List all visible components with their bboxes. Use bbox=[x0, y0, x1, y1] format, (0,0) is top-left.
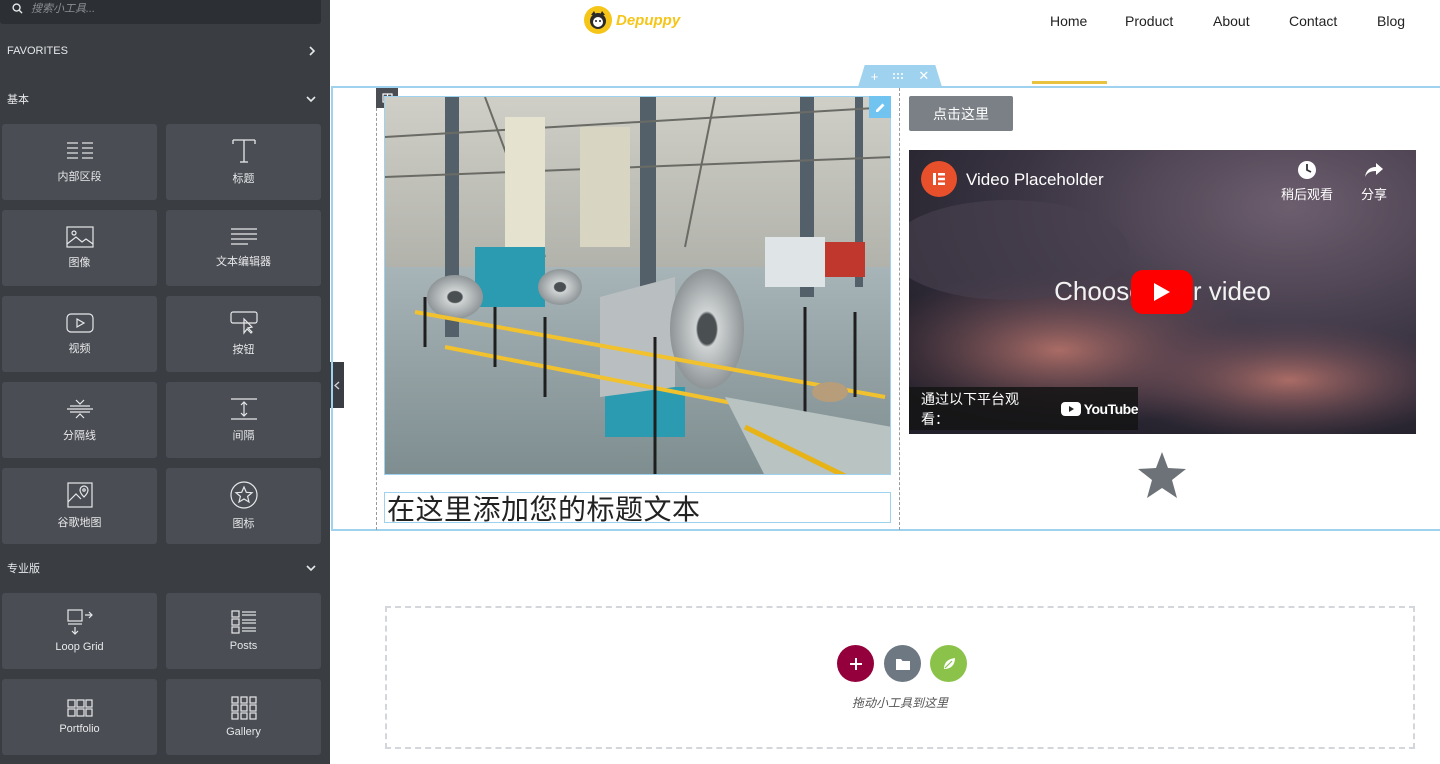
chevron-down-icon bbox=[306, 565, 316, 572]
click-here-button[interactable]: 点击这里 bbox=[909, 96, 1013, 131]
share-label: 分享 bbox=[1361, 187, 1388, 202]
widget-panel: 搜索小工具... FAVORITES 基本 内部区段 标题 图像 文本编辑器 视… bbox=[0, 0, 330, 764]
widget-label: Loop Grid bbox=[55, 641, 104, 653]
watch-on-youtube-bar[interactable]: 通过以下平台观看： YouTube bbox=[909, 387, 1139, 430]
widget-divider[interactable]: 分隔线 bbox=[2, 382, 157, 458]
add-section-icon[interactable]: + bbox=[871, 69, 879, 84]
share-button[interactable]: 分享 bbox=[1361, 160, 1387, 203]
spacer-icon bbox=[230, 398, 257, 420]
clock-icon bbox=[1298, 161, 1316, 179]
youtube-icon bbox=[1060, 401, 1081, 416]
widget-gallery[interactable]: Gallery bbox=[166, 679, 321, 755]
posts-icon bbox=[230, 610, 256, 634]
active-nav-indicator bbox=[1032, 81, 1107, 84]
widget-label: 按钮 bbox=[232, 344, 255, 356]
widget-label: 视频 bbox=[68, 343, 91, 355]
nav-home[interactable]: Home bbox=[1050, 13, 1087, 29]
widget-image[interactable]: 图像 bbox=[2, 210, 157, 286]
close-section-icon[interactable]: ✕ bbox=[918, 68, 929, 84]
section-handle[interactable]: + ✕ bbox=[858, 65, 942, 87]
nav-blog[interactable]: Blog bbox=[1377, 13, 1405, 29]
nav-product[interactable]: Product bbox=[1125, 13, 1173, 29]
image-icon bbox=[65, 226, 94, 248]
folder-icon bbox=[895, 658, 910, 670]
nav-contact[interactable]: Contact bbox=[1289, 13, 1337, 29]
brand-name: Depuppy bbox=[616, 11, 681, 29]
star-icon bbox=[229, 481, 258, 509]
chevron-right-icon bbox=[309, 46, 316, 56]
video-placeholder[interactable]: Video Placeholder 稍后观看 分享 Choose your vi… bbox=[909, 150, 1416, 434]
basic-section-header[interactable]: 基本 bbox=[0, 88, 330, 110]
widget-video[interactable]: 视频 bbox=[2, 296, 157, 372]
widget-spacer[interactable]: 间隔 bbox=[166, 382, 321, 458]
widget-posts[interactable]: Posts bbox=[166, 593, 321, 669]
add-new-section-button[interactable] bbox=[837, 645, 874, 682]
ai-site-kit-button[interactable] bbox=[930, 645, 967, 682]
widget-label: 谷歌地图 bbox=[57, 517, 102, 529]
basic-label: 基本 bbox=[7, 94, 29, 106]
widget-label: 间隔 bbox=[232, 430, 255, 442]
add-template-button[interactable] bbox=[884, 645, 921, 682]
widget-label: 文本编辑器 bbox=[216, 256, 271, 268]
watch-on-label: 通过以下平台观看： bbox=[921, 390, 1019, 427]
widget-button[interactable]: 按钮 bbox=[166, 296, 321, 372]
widget-label: 图标 bbox=[232, 518, 255, 530]
play-button[interactable] bbox=[1131, 270, 1193, 314]
favorites-label: FAVORITES bbox=[7, 45, 68, 57]
puppy-logo-icon bbox=[584, 6, 612, 34]
widget-label: 分隔线 bbox=[63, 430, 96, 442]
watch-later-button[interactable]: 稍后观看 bbox=[1281, 160, 1333, 203]
button-icon bbox=[229, 311, 258, 335]
widget-inner-section[interactable]: 内部区段 bbox=[2, 124, 157, 200]
loop-grid-icon bbox=[66, 609, 93, 635]
google-maps-icon bbox=[66, 482, 93, 508]
search-placeholder: 搜索小工具... bbox=[31, 3, 96, 15]
heading-widget[interactable]: 在这里添加您的标题文本 bbox=[384, 492, 891, 526]
elementor-logo-icon bbox=[921, 161, 957, 197]
chevron-down-icon bbox=[306, 96, 316, 103]
video-icon bbox=[65, 313, 94, 333]
pro-section-header[interactable]: 专业版 bbox=[0, 557, 330, 579]
inner-section-icon bbox=[66, 142, 93, 159]
widget-icon[interactable]: 图标 bbox=[166, 468, 321, 544]
pro-label: 专业版 bbox=[7, 563, 40, 575]
widget-search-field[interactable]: 搜索小工具... bbox=[0, 0, 321, 24]
pencil-icon bbox=[875, 103, 884, 112]
widget-label: 图像 bbox=[68, 257, 91, 269]
drag-handle-icon[interactable] bbox=[892, 72, 904, 80]
edit-widget-button[interactable] bbox=[869, 96, 891, 118]
widget-label: Gallery bbox=[226, 726, 261, 738]
widget-text-editor[interactable]: 文本编辑器 bbox=[166, 210, 321, 286]
leaf-icon bbox=[943, 657, 955, 669]
nav-about[interactable]: About bbox=[1213, 13, 1250, 29]
search-icon bbox=[12, 2, 23, 14]
heading-icon bbox=[231, 139, 256, 163]
play-icon bbox=[1154, 283, 1170, 301]
plus-icon bbox=[849, 657, 862, 670]
factory-image[interactable] bbox=[384, 96, 891, 475]
widget-label: 标题 bbox=[232, 173, 255, 185]
watch-later-label: 稍后观看 bbox=[1281, 187, 1334, 202]
divider-icon bbox=[66, 399, 93, 419]
star-icon[interactable] bbox=[1137, 451, 1187, 499]
favorites-section-header[interactable]: FAVORITES bbox=[0, 40, 330, 62]
widget-loop-grid[interactable]: Loop Grid bbox=[2, 593, 157, 669]
widget-label: 内部区段 bbox=[57, 171, 102, 183]
site-logo[interactable]: Depuppy bbox=[584, 6, 680, 34]
widget-label: Posts bbox=[229, 640, 258, 652]
share-icon bbox=[1365, 163, 1383, 177]
widget-label: Portfolio bbox=[59, 723, 100, 735]
text-editor-icon bbox=[230, 228, 257, 245]
widget-google-maps[interactable]: 谷歌地图 bbox=[2, 468, 157, 544]
dropzone-hint: 拖动小工具到这里 bbox=[851, 696, 948, 710]
widget-portfolio[interactable]: Portfolio bbox=[2, 679, 157, 755]
widget-heading[interactable]: 标题 bbox=[166, 124, 321, 200]
youtube-logo[interactable]: YouTube bbox=[1060, 400, 1139, 417]
youtube-wordmark: YouTube bbox=[1083, 400, 1139, 417]
heading-text[interactable]: 在这里添加您的标题文本 bbox=[387, 488, 701, 528]
video-title[interactable]: Video Placeholder bbox=[966, 170, 1104, 190]
